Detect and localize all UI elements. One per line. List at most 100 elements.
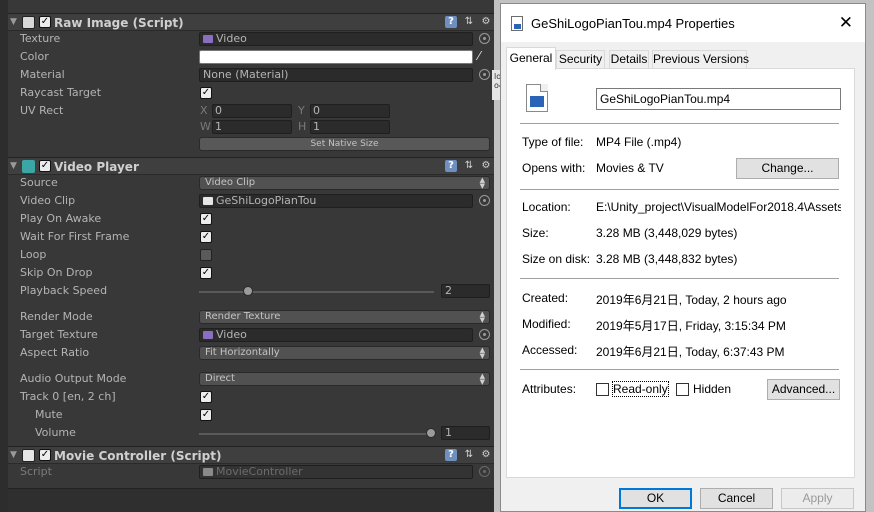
playback-speed-thumb[interactable] xyxy=(243,286,253,296)
loop-checkbox[interactable] xyxy=(200,249,212,261)
preset-icon[interactable]: ⇅ xyxy=(463,449,475,461)
texture-field[interactable]: Video xyxy=(199,32,473,46)
separator xyxy=(520,278,839,279)
script-field: MovieController xyxy=(199,465,473,479)
modified-value: 2019年5月17日, Friday, 3:15:34 PM xyxy=(596,319,786,333)
volume-thumb[interactable] xyxy=(426,428,436,438)
video-clip-value: GeShiLogoPianTou xyxy=(216,194,317,207)
texture-label: Texture xyxy=(20,32,61,45)
video-clip-field[interactable]: GeShiLogoPianTou xyxy=(199,194,473,208)
render-mode-dropdown[interactable]: Render Texture ▲ ▼ xyxy=(199,310,490,324)
eyedropper-icon[interactable]: ⁄ xyxy=(478,49,480,63)
raw-image-header[interactable]: ▼ ✓ Raw Image (Script) ? ⇅ ⚙ xyxy=(8,13,494,31)
uv-w-field[interactable]: 1 xyxy=(212,120,292,134)
hidden-label[interactable]: Hidden xyxy=(693,382,731,396)
unity-inspector: ▼ ✓ Raw Image (Script) ? ⇅ ⚙ Texture Vid… xyxy=(0,0,494,512)
render-mode-value: Render Texture xyxy=(205,311,281,322)
dialog-titlebar[interactable]: GeShiLogoPianTou.mp4 Properties ✕ xyxy=(501,4,865,42)
object-picker-icon[interactable] xyxy=(479,329,490,340)
location-label: Location: xyxy=(522,200,571,214)
source-label: Source xyxy=(20,176,58,189)
target-texture-field[interactable]: Video xyxy=(199,328,473,342)
video-player-title: Video Player xyxy=(54,160,139,174)
object-picker-icon[interactable] xyxy=(479,195,490,206)
video-clip-icon xyxy=(203,197,213,205)
uv-x-field[interactable]: 0 xyxy=(212,104,292,118)
set-native-size-button[interactable]: Set Native Size xyxy=(199,137,490,151)
mute-checkbox[interactable]: ✓ xyxy=(200,409,212,421)
filename-input[interactable]: GeShiLogoPianTou.mp4 xyxy=(596,88,841,110)
skip-on-drop-checkbox[interactable]: ✓ xyxy=(200,267,212,279)
general-panel: GeShiLogoPianTou.mp4 Type of file: MP4 F… xyxy=(506,68,855,478)
object-picker-icon[interactable] xyxy=(479,33,490,44)
advanced-button[interactable]: Advanced... xyxy=(767,379,840,400)
track-checkbox[interactable]: ✓ xyxy=(200,391,212,403)
uv-y-label: Y xyxy=(298,104,305,117)
readonly-checkbox[interactable] xyxy=(596,383,609,396)
raw-image-icon xyxy=(22,16,35,29)
video-clip-label: Video Clip xyxy=(20,194,76,207)
material-label: Material xyxy=(20,68,65,81)
help-icon[interactable]: ? xyxy=(445,16,457,28)
hidden-checkbox[interactable] xyxy=(676,383,689,396)
tab-general[interactable]: General xyxy=(506,47,556,70)
readonly-label[interactable]: Read-only xyxy=(612,381,669,397)
gear-icon[interactable]: ⚙ xyxy=(480,449,492,461)
script-icon xyxy=(22,449,35,462)
render-mode-label: Render Mode xyxy=(20,310,93,323)
script-label: Script xyxy=(20,465,52,478)
video-player-enabled-checkbox[interactable]: ✓ xyxy=(39,160,51,172)
render-texture-icon xyxy=(203,35,213,43)
play-on-awake-checkbox[interactable]: ✓ xyxy=(200,213,212,225)
uv-h-field[interactable]: 1 xyxy=(310,120,390,134)
raw-image-enabled-checkbox[interactable]: ✓ xyxy=(39,16,51,28)
opens-with-label: Opens with: xyxy=(522,161,586,175)
raycast-checkbox[interactable]: ✓ xyxy=(200,87,212,99)
wait-first-frame-checkbox[interactable]: ✓ xyxy=(200,231,212,243)
volume-field[interactable]: 1 xyxy=(441,426,490,440)
preset-icon[interactable]: ⇅ xyxy=(463,160,475,172)
foldout-arrow-icon[interactable]: ▼ xyxy=(10,450,17,460)
separator xyxy=(520,123,839,124)
change-button[interactable]: Change... xyxy=(736,158,839,179)
playback-speed-field[interactable]: 2 xyxy=(441,284,490,298)
audio-output-dropdown[interactable]: Direct ▲ ▼ xyxy=(199,372,490,386)
play-on-awake-label: Play On Awake xyxy=(20,212,102,225)
target-texture-label: Target Texture xyxy=(20,328,98,341)
preset-icon[interactable]: ⇅ xyxy=(463,16,475,28)
volume-slider[interactable] xyxy=(199,433,434,435)
wait-first-frame-label: Wait For First Frame xyxy=(20,230,130,243)
close-icon[interactable]: ✕ xyxy=(839,13,853,33)
gear-icon[interactable]: ⚙ xyxy=(480,16,492,28)
tab-previous-versions[interactable]: Previous Versions xyxy=(652,50,749,69)
foldout-arrow-icon[interactable]: ▼ xyxy=(10,161,17,171)
foldout-arrow-icon[interactable]: ▼ xyxy=(10,17,17,27)
source-dropdown[interactable]: Video Clip ▲ ▼ xyxy=(199,176,490,190)
playback-speed-slider[interactable] xyxy=(199,291,434,293)
gear-icon[interactable]: ⚙ xyxy=(480,160,492,172)
help-icon[interactable]: ? xyxy=(445,160,457,172)
apply-button[interactable]: Apply xyxy=(781,488,854,509)
type-value: MP4 File (.mp4) xyxy=(596,135,682,149)
uv-y-field[interactable]: 0 xyxy=(310,104,390,118)
material-field[interactable]: None (Material) xyxy=(199,68,473,82)
ok-button[interactable]: OK xyxy=(619,488,692,509)
movie-controller-enabled-checkbox[interactable]: ✓ xyxy=(39,449,51,461)
separator xyxy=(520,369,839,370)
object-picker-icon[interactable] xyxy=(479,69,490,80)
tab-security[interactable]: Security xyxy=(556,50,605,69)
inspector-left-edge xyxy=(0,0,8,512)
dropdown-arrows-icon: ▲ ▼ xyxy=(479,310,485,324)
movie-controller-header[interactable]: ▼ ✓ Movie Controller (Script) ? ⇅ ⚙ xyxy=(8,446,494,464)
help-icon[interactable]: ? xyxy=(445,449,457,461)
aspect-ratio-label: Aspect Ratio xyxy=(20,346,90,359)
modified-label: Modified: xyxy=(522,317,571,331)
video-player-header[interactable]: ▼ ✓ Video Player ? ⇅ ⚙ xyxy=(8,157,494,175)
accessed-label: Accessed: xyxy=(522,343,578,357)
color-field[interactable] xyxy=(199,50,473,64)
tab-details[interactable]: Details xyxy=(609,50,649,69)
video-file-icon xyxy=(511,16,523,31)
aspect-ratio-dropdown[interactable]: Fit Horizontally ▲ ▼ xyxy=(199,346,490,360)
uv-h-label: H xyxy=(298,120,307,133)
cancel-button[interactable]: Cancel xyxy=(700,488,773,509)
